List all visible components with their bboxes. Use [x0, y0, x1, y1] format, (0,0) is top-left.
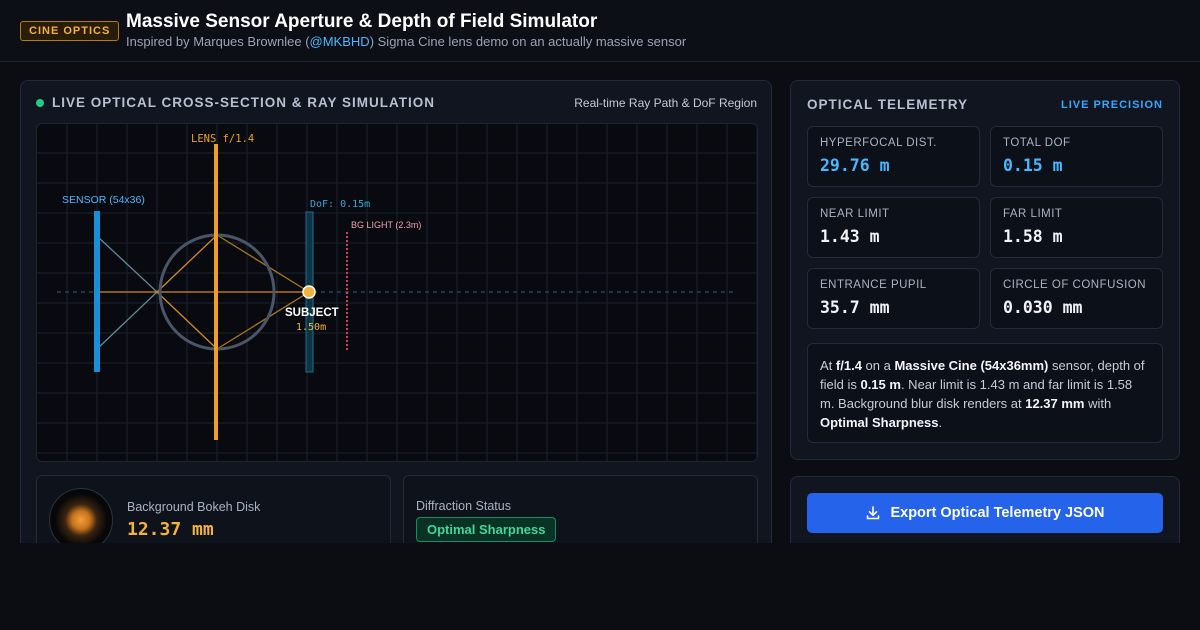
live-status-dot — [36, 99, 44, 107]
metric-value: 35.7 mm — [820, 298, 890, 317]
metric-label: HYPERFOCAL DIST. — [820, 137, 937, 149]
page-title: Massive Sensor Aperture & Depth of Field… — [126, 11, 598, 32]
metric-far-limit: FAR LIMIT 1.58 m — [990, 197, 1163, 258]
metric-label: NEAR LIMIT — [820, 208, 890, 220]
metric-value: 1.58 m — [1003, 227, 1063, 246]
summary-text: . — [938, 415, 943, 430]
metric-total-dof: TOTAL DOF 0.15 m — [990, 126, 1163, 187]
subject-distance: 1.50m — [296, 322, 326, 333]
metric-value: 0.030 mm — [1003, 298, 1083, 317]
metric-label: TOTAL DOF — [1003, 137, 1071, 149]
sensor-label: SENSOR (54x36) — [62, 194, 145, 206]
metric-label: ENTRANCE PUPIL — [820, 279, 927, 291]
dof-label: DoF: 0.15m — [310, 199, 370, 210]
brand-badge: CINE OPTICS — [20, 21, 120, 41]
summary-aperture: f/1.4 — [835, 358, 862, 373]
lens-label: LENS f/1.4 — [191, 133, 254, 145]
ray-subject-top — [216, 234, 310, 293]
sensor-plane[interactable] — [94, 211, 100, 372]
metric-label: FAR LIMIT — [1003, 208, 1063, 220]
simulation-panel: LIVE OPTICAL CROSS-SECTION & RAY SIMULAT… — [20, 80, 772, 561]
summary-sensor: Massive Cine (54x36mm) — [894, 358, 1049, 373]
telemetry-summary: At f/1.4 on a Massive Cine (54x36mm) sen… — [807, 343, 1163, 443]
subtitle-prefix: Inspired by Marques Brownlee ( — [126, 34, 310, 49]
summary-dof: 0.15 m — [860, 377, 901, 392]
bokeh-label: Background Bokeh Disk — [127, 500, 261, 514]
creator-handle-link[interactable]: @MKBHD — [310, 34, 370, 49]
subject-marker[interactable] — [302, 285, 316, 299]
summary-quality: Optimal Sharpness — [820, 415, 939, 430]
app-header: CINE OPTICS Massive Sensor Aperture & De… — [0, 0, 1200, 62]
simulation-title: LIVE OPTICAL CROSS-SECTION & RAY SIMULAT… — [52, 95, 436, 110]
grid — [37, 124, 757, 461]
diffraction-label: Diffraction Status — [416, 499, 511, 513]
metric-label: CIRCLE OF CONFUSION — [1003, 279, 1147, 291]
telemetry-panel: OPTICAL TELEMETRY LIVE PRECISION HYPERFO… — [790, 80, 1180, 460]
subtitle-suffix: ) Sigma Cine lens demo on an actually ma… — [369, 34, 687, 49]
lens-aperture-bar[interactable] — [214, 144, 218, 440]
metric-value: 1.43 m — [820, 227, 880, 246]
summary-text: on a — [861, 358, 895, 373]
page-background — [0, 543, 1200, 630]
live-precision-badge: LIVE PRECISION — [1060, 99, 1163, 111]
bokeh-value: 12.37 mm — [127, 519, 214, 540]
download-icon — [867, 506, 880, 520]
summary-blur: 12.37 mm — [1025, 396, 1085, 411]
ray-subject-bottom — [216, 291, 310, 350]
diffraction-status-badge: Optimal Sharpness — [416, 517, 557, 542]
ray-diagram-svg: LENS f/1.4 SENSOR (54x36) DoF: 0.15m BG … — [37, 124, 757, 461]
metric-value: 29.76 m — [820, 156, 890, 175]
metric-circle-of-confusion: CIRCLE OF CONFUSION 0.030 mm — [990, 268, 1163, 329]
subject-label: SUBJECT — [285, 307, 339, 319]
summary-text: At — [820, 358, 836, 373]
summary-text: with — [1084, 396, 1112, 411]
telemetry-title: OPTICAL TELEMETRY — [807, 97, 969, 112]
metric-hyperfocal: HYPERFOCAL DIST. 29.76 m — [807, 126, 980, 187]
metric-value: 0.15 m — [1003, 156, 1063, 175]
export-telemetry-button[interactable]: Export Optical Telemetry JSON — [807, 493, 1163, 533]
metric-near-limit: NEAR LIMIT 1.43 m — [807, 197, 980, 258]
ray-simulation-canvas[interactable]: LENS f/1.4 SENSOR (54x36) DoF: 0.15m BG … — [36, 123, 758, 462]
bg-light-label: BG LIGHT (2.3m) — [351, 220, 421, 230]
page-subtitle: Inspired by Marques Brownlee (@MKBHD) Si… — [126, 34, 686, 49]
export-button-label: Export Optical Telemetry JSON — [890, 505, 1105, 521]
metric-entrance-pupil: ENTRANCE PUPIL 35.7 mm — [807, 268, 980, 329]
simulation-subtitle: Real-time Ray Path & DoF Region — [574, 96, 757, 110]
